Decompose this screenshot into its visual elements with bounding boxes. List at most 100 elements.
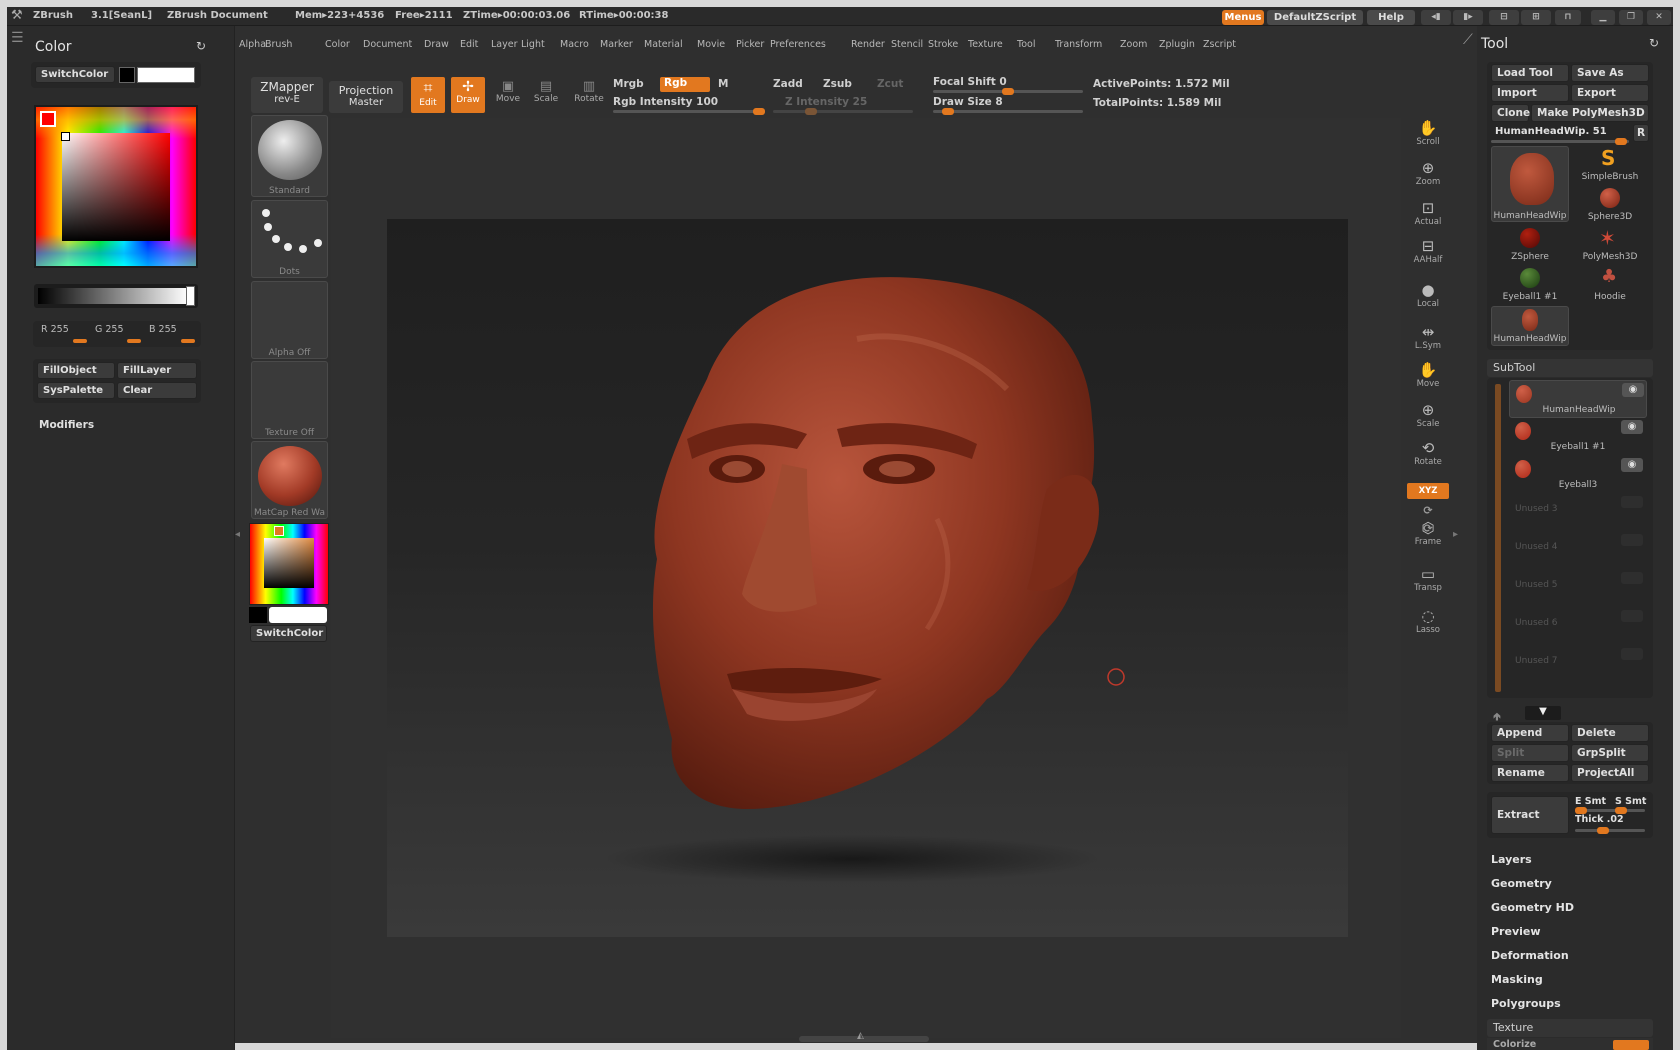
- tool-thumb-polymesh3d[interactable]: ✶ PolyMesh3D: [1571, 226, 1649, 264]
- colorize-toggle[interactable]: [1613, 1040, 1649, 1050]
- s-smt-knob[interactable]: [1615, 807, 1627, 814]
- eye-off-icon[interactable]: [1621, 648, 1643, 660]
- section-masking[interactable]: Masking: [1491, 973, 1543, 986]
- draw-size-slider[interactable]: [933, 108, 1083, 115]
- section-layers[interactable]: Layers: [1491, 853, 1532, 866]
- delete-button[interactable]: Delete: [1571, 724, 1649, 742]
- thick-label[interactable]: Thick .02: [1575, 814, 1624, 825]
- eye-icon[interactable]: ◉: [1622, 383, 1644, 397]
- smt-slider[interactable]: [1575, 807, 1645, 814]
- gray-slider[interactable]: [34, 284, 198, 308]
- menu-movie[interactable]: Movie: [697, 39, 725, 50]
- clear-button[interactable]: Clear: [117, 382, 197, 399]
- section-deformation[interactable]: Deformation: [1491, 949, 1569, 962]
- menu-render[interactable]: Render: [851, 39, 885, 50]
- subtool-scrollbar[interactable]: [1495, 384, 1501, 692]
- current-tool-name[interactable]: HumanHeadWip. 51: [1495, 126, 1607, 137]
- layout-left-icon[interactable]: ⊟: [1489, 10, 1519, 25]
- secondary-color-swatch[interactable]: [119, 67, 135, 83]
- maximize-icon[interactable]: ❐: [1619, 10, 1643, 25]
- eye-off-icon[interactable]: [1621, 534, 1643, 546]
- zsub-button[interactable]: Zsub: [823, 78, 852, 90]
- s-smt-label[interactable]: S Smt: [1615, 796, 1646, 807]
- draw-button[interactable]: ✢ Draw: [451, 77, 485, 113]
- tool-refresh-icon[interactable]: ↻: [1649, 36, 1659, 50]
- refresh-icon[interactable]: ↻: [196, 39, 206, 53]
- mini-main-swatch[interactable]: [269, 607, 327, 623]
- red-slider-knob[interactable]: [73, 339, 87, 343]
- mini-secondary-swatch[interactable]: [249, 607, 267, 623]
- zcut-button[interactable]: Zcut: [877, 78, 903, 90]
- switch-color-button[interactable]: SwitchColor: [35, 66, 115, 83]
- section-geometry[interactable]: Geometry: [1491, 877, 1552, 890]
- default-zscript-button[interactable]: DefaultZScript: [1267, 10, 1363, 25]
- subtool-unused-slot[interactable]: Unused 5: [1509, 570, 1647, 608]
- section-preview[interactable]: Preview: [1491, 925, 1541, 938]
- e-smt-label[interactable]: E Smt: [1575, 796, 1606, 807]
- subtool-header[interactable]: SubTool: [1487, 359, 1653, 377]
- colorize-row[interactable]: Colorize: [1487, 1038, 1653, 1050]
- make-polymesh-button[interactable]: Make PolyMesh3D: [1531, 104, 1649, 122]
- thick-knob[interactable]: [1597, 827, 1609, 834]
- subtool-unused-slot[interactable]: Unused 6: [1509, 608, 1647, 646]
- save-as-button[interactable]: Save As: [1571, 64, 1649, 82]
- thick-slider[interactable]: [1575, 827, 1645, 834]
- menu-document[interactable]: Document: [363, 39, 412, 50]
- edit-button[interactable]: ⌗ Edit: [411, 77, 445, 113]
- m-button[interactable]: M: [718, 78, 728, 90]
- blue-value[interactable]: B 255: [149, 324, 177, 335]
- menu-macro[interactable]: Macro: [560, 39, 589, 50]
- shelf-switch-color-button[interactable]: SwitchColor: [250, 625, 327, 642]
- mrgb-button[interactable]: Mrgb: [613, 78, 644, 90]
- rgb-intensity-slider[interactable]: [613, 108, 765, 115]
- move-mode-button[interactable]: ▣ Move: [491, 77, 525, 113]
- dock-transp-button[interactable]: ▭ Transp: [1407, 565, 1449, 593]
- append-button[interactable]: Append: [1491, 724, 1569, 742]
- split-button[interactable]: Split: [1491, 744, 1569, 762]
- material-thumbnail[interactable]: MatCap Red Wa: [251, 441, 328, 519]
- rgb-intensity-knob[interactable]: [753, 108, 765, 115]
- zmapper-button[interactable]: ZMapper rev-E: [251, 77, 323, 113]
- canvas[interactable]: [387, 219, 1348, 937]
- green-value[interactable]: G 255: [95, 324, 124, 335]
- tool-thumb-zsphere[interactable]: ZSphere: [1491, 226, 1569, 264]
- green-slider-knob[interactable]: [127, 339, 141, 343]
- section-polygroups[interactable]: Polygroups: [1491, 997, 1561, 1010]
- zbrush-logo-icon[interactable]: ⚒: [11, 8, 23, 23]
- bottom-tray-handle[interactable]: [799, 1036, 929, 1042]
- projectall-button[interactable]: ProjectAll: [1571, 764, 1649, 782]
- gray-slider-thumb[interactable]: [186, 286, 195, 306]
- bottom-tray-arrow-icon[interactable]: ◭: [857, 1031, 864, 1041]
- sys-palette-button[interactable]: SysPalette: [37, 382, 115, 399]
- color-picker-wheel[interactable]: [34, 105, 198, 268]
- menus-button[interactable]: Menus: [1222, 10, 1264, 25]
- close-icon[interactable]: ✕: [1647, 10, 1671, 25]
- human-head-model[interactable]: [387, 219, 1348, 937]
- help-button[interactable]: Help: [1367, 10, 1415, 25]
- hue-marker[interactable]: [40, 111, 56, 127]
- menu-edit[interactable]: Edit: [460, 39, 478, 50]
- dock-rotate-button[interactable]: ⟲ Rotate: [1407, 439, 1449, 467]
- saturation-value-square[interactable]: [62, 133, 170, 241]
- subtool-down-icon[interactable]: ▼: [1525, 706, 1561, 720]
- focal-shift-knob[interactable]: [1002, 88, 1014, 95]
- main-color-swatch[interactable]: [137, 67, 195, 83]
- texture-section[interactable]: Texture: [1487, 1019, 1653, 1037]
- rgb-button[interactable]: Rgb: [660, 77, 710, 92]
- menu-zscript[interactable]: Zscript: [1203, 39, 1236, 50]
- import-button[interactable]: Import: [1491, 84, 1569, 102]
- r-button[interactable]: R: [1633, 124, 1649, 142]
- lock-icon[interactable]: ⊓: [1555, 10, 1581, 25]
- fill-object-button[interactable]: FillObject: [37, 362, 115, 379]
- dock-actual-button[interactable]: ⊡ Actual: [1407, 199, 1449, 227]
- subtool-unused-slot[interactable]: Unused 4: [1509, 532, 1647, 570]
- subtool-item[interactable]: ◉ Eyeball1 #1: [1509, 418, 1647, 456]
- tray-right-icon[interactable]: ▮▸: [1453, 10, 1483, 25]
- menu-tool[interactable]: Tool: [1017, 39, 1035, 50]
- z-intensity-knob[interactable]: [805, 108, 817, 115]
- rename-button[interactable]: Rename: [1491, 764, 1569, 782]
- menu-material[interactable]: Material: [644, 39, 683, 50]
- menu-stencil[interactable]: Stencil: [891, 39, 923, 50]
- dock-scroll-button[interactable]: ✋ Scroll: [1407, 119, 1449, 147]
- tool-thumb-eyeball[interactable]: Eyeball1 #1: [1491, 266, 1569, 304]
